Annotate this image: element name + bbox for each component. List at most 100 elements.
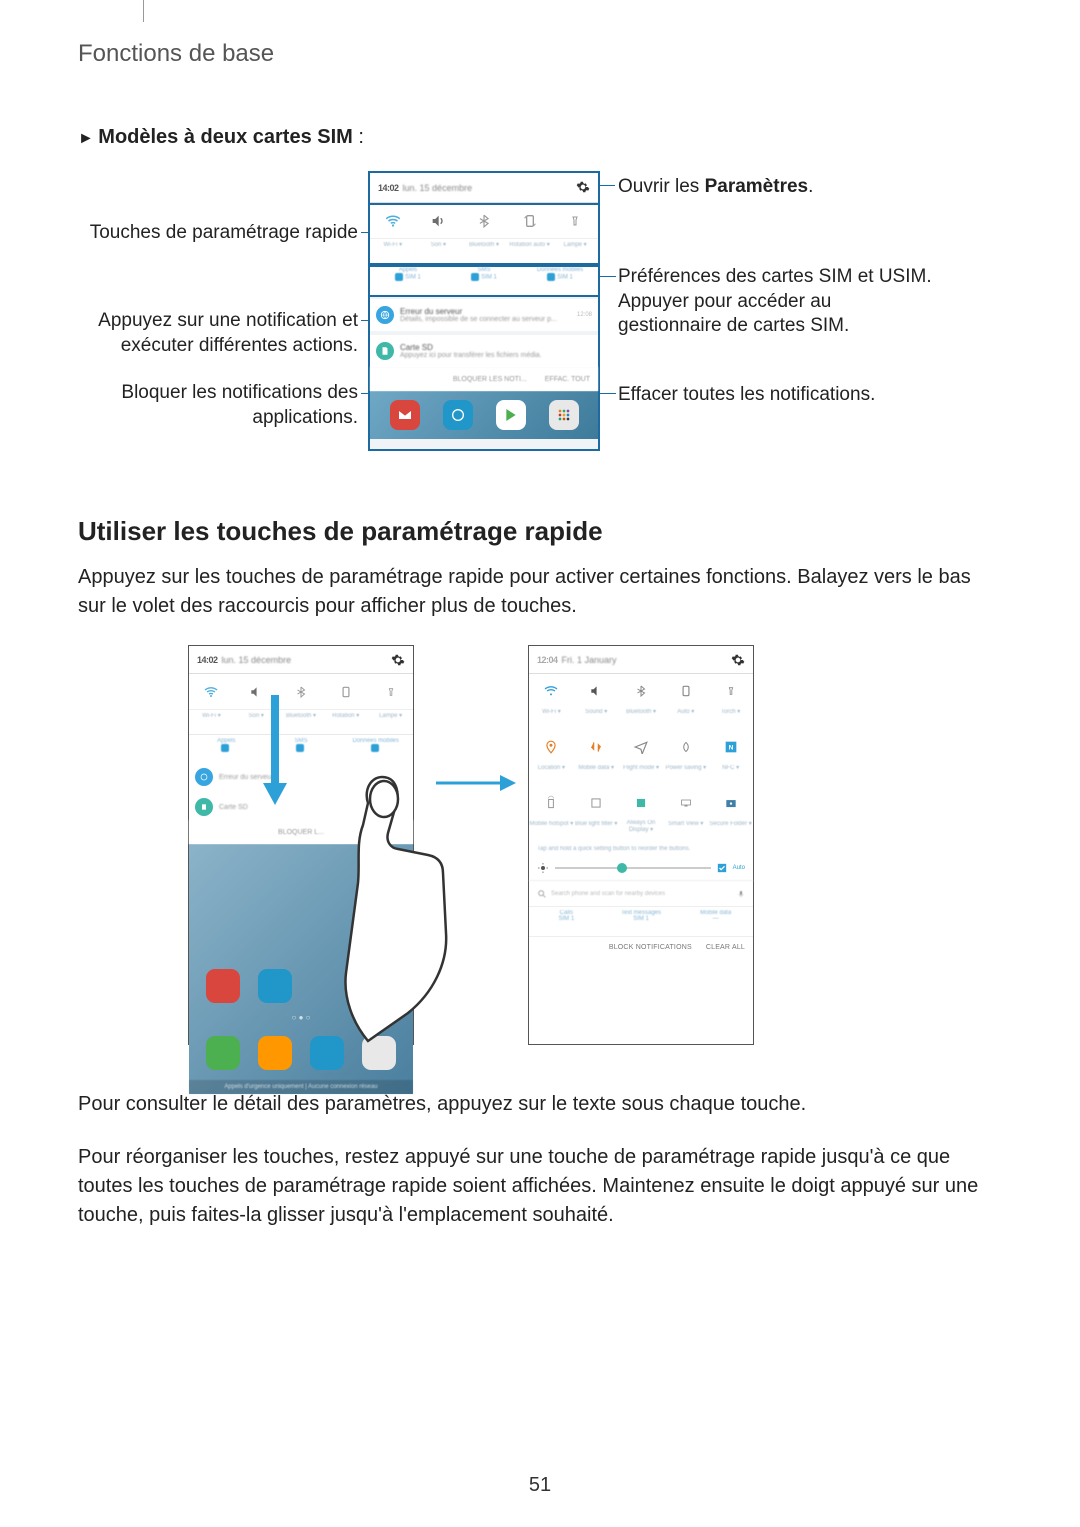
qs-label[interactable]: Power saving ▾: [663, 764, 708, 786]
qs-label[interactable]: Rotation ▾: [323, 710, 368, 734]
mail-app-icon[interactable]: [390, 400, 420, 430]
qs-smartview[interactable]: [663, 786, 708, 820]
qs-label[interactable]: Bluetooth ▾: [461, 239, 507, 263]
qs-bluetooth[interactable]: [461, 203, 507, 238]
clear-all-button[interactable]: EFFAC. TOUT: [545, 376, 590, 383]
gear-icon[interactable]: [391, 653, 405, 667]
checkbox-icon[interactable]: [717, 863, 727, 873]
svg-text:N: N: [728, 745, 733, 752]
notification-item[interactable]: Erreur du serveur Détails, impossible de…: [370, 299, 598, 331]
qs-label[interactable]: Location ▾: [529, 764, 574, 786]
mic-icon[interactable]: [737, 889, 745, 899]
qs-label[interactable]: NFC ▾: [708, 764, 753, 786]
qs-torch[interactable]: [708, 674, 753, 708]
gear-icon[interactable]: [731, 653, 745, 667]
apps-drawer-icon[interactable]: [362, 1036, 396, 1070]
qs-rotation[interactable]: [323, 674, 368, 709]
subheader-bold: Modèles à deux cartes SIM: [98, 126, 353, 148]
phone-app-icon[interactable]: [206, 1036, 240, 1070]
qs-label[interactable]: Secure Folder ▾: [708, 820, 753, 842]
qs-label[interactable]: Wi-Fi ▾: [370, 239, 416, 263]
qs-label[interactable]: Rotation auto ▾: [507, 239, 553, 263]
sim-preferences-row[interactable]: Appels SMS Données mobiles: [189, 734, 413, 760]
qs-bluelight[interactable]: [574, 786, 619, 820]
qs-label[interactable]: Sound ▾: [574, 708, 619, 730]
qs-bluetooth[interactable]: [619, 674, 664, 708]
qs-power-saving[interactable]: [663, 730, 708, 764]
sim-calls[interactable]: CallsSIM 1: [529, 907, 604, 936]
sim-value: SIM 1: [522, 273, 598, 281]
qs-label[interactable]: Mobile hotspot ▾: [529, 820, 574, 842]
qs-label[interactable]: Mobile data ▾: [574, 764, 619, 786]
sim-preferences-row[interactable]: Appels SIM 1 SMS SIM 1 Données mobiles S…: [370, 263, 598, 295]
qs-sound[interactable]: [416, 203, 462, 238]
reorder-tip-text: Tap and hold a quick setting button to r…: [529, 842, 753, 856]
notification-item[interactable]: Carte SD: [189, 794, 413, 820]
block-notifs-button[interactable]: BLOCK NOTIFICATIONS: [609, 944, 692, 951]
callout-line-3: gestionnaire de cartes SIM.: [618, 314, 932, 339]
callout-clear-all: Effacer toutes les notifications.: [618, 383, 875, 408]
apps-drawer-icon[interactable]: [549, 400, 579, 430]
qs-rotation[interactable]: [507, 203, 553, 238]
qs-label[interactable]: Blue light filter ▾: [574, 820, 619, 842]
qs-label[interactable]: Lampe ▾: [552, 239, 598, 263]
browser-app-icon[interactable]: [443, 400, 473, 430]
hotspot-icon: [544, 795, 558, 811]
qs-label[interactable]: Wi-Fi ▾: [529, 708, 574, 730]
qs-secure-folder[interactable]: [708, 786, 753, 820]
play-store-icon[interactable]: [496, 400, 526, 430]
qs-wifi[interactable]: [529, 674, 574, 708]
bluetooth-icon: [477, 212, 491, 230]
sim-data[interactable]: Données mobiles SIM 1: [522, 264, 598, 295]
browser-app-icon[interactable]: [258, 969, 292, 1003]
qs-label[interactable]: Lampe ▾: [368, 710, 413, 734]
qs-label[interactable]: Wi-Fi ▾: [189, 710, 234, 734]
qs-location[interactable]: [529, 730, 574, 764]
sim-sms[interactable]: Text messagesSIM 1: [604, 907, 679, 936]
qs-torch[interactable]: [368, 674, 413, 709]
text-post: .: [808, 176, 813, 197]
notif-body: Appuyez ici pour transférer les fichiers…: [400, 352, 592, 359]
notif-time: 12:08: [577, 312, 592, 318]
qs-label[interactable]: Auto ▾: [663, 708, 708, 730]
qs-aod[interactable]: [619, 786, 664, 820]
rotation-icon: [679, 684, 693, 698]
slider-thumb[interactable]: [617, 863, 627, 873]
qs-label[interactable]: Torch ▾: [708, 708, 753, 730]
block-notifs-button[interactable]: BLOQUER L...: [278, 829, 324, 836]
qs-flight-mode[interactable]: [619, 730, 664, 764]
sim-calls[interactable]: Appels: [189, 735, 264, 760]
mail-app-icon[interactable]: [206, 969, 240, 1003]
qs-rotation[interactable]: [663, 674, 708, 708]
clear-all-button[interactable]: CLEAR ALL: [706, 944, 745, 951]
qs-label[interactable]: Son ▾: [416, 239, 462, 263]
swipe-gesture-diagram: 14:02 lun. 15 décembre Wi-Fi ▾ Son ▾ Blu…: [78, 645, 1002, 1065]
notification-item[interactable]: Erreur du serveur: [189, 764, 413, 790]
status-date: Fri. 1 January: [562, 655, 617, 665]
leaf-icon: [680, 739, 692, 755]
sim-sms[interactable]: SMS SIM 1: [446, 264, 522, 295]
bottom-actions: BLOCK NOTIFICATIONS CLEAR ALL: [529, 936, 753, 958]
messages-app-icon[interactable]: [258, 1036, 292, 1070]
qs-nfc[interactable]: N: [708, 730, 753, 764]
qs-torch[interactable]: [552, 203, 598, 238]
sim-data[interactable]: Mobile data—: [678, 907, 753, 936]
brightness-slider[interactable]: [555, 867, 711, 869]
qs-wifi[interactable]: [370, 203, 416, 238]
qs-label[interactable]: Flight mode ▾: [619, 764, 664, 786]
qs-wifi[interactable]: [189, 674, 234, 709]
gear-icon[interactable]: [576, 180, 590, 194]
search-row[interactable]: Search phone and scan for nearby devices: [529, 880, 753, 906]
sim-calls[interactable]: Appels SIM 1: [370, 264, 446, 295]
qs-hotspot[interactable]: [529, 786, 574, 820]
qs-label[interactable]: Smart View ▾: [663, 820, 708, 842]
notification-item[interactable]: Carte SD Appuyez ici pour transférer les…: [370, 335, 598, 367]
sim-preferences-row[interactable]: CallsSIM 1 Text messagesSIM 1 Mobile dat…: [529, 906, 753, 936]
qs-mobile-data[interactable]: [574, 730, 619, 764]
block-notifs-button[interactable]: BLOQUER LES NOTI...: [453, 376, 527, 383]
qs-label[interactable]: Bluetooth ▾: [619, 708, 664, 730]
qs-sound[interactable]: [574, 674, 619, 708]
internet-app-icon[interactable]: [310, 1036, 344, 1070]
qs-label[interactable]: Always On Display ▾: [619, 820, 664, 842]
sim-data[interactable]: Données mobiles: [338, 735, 413, 760]
